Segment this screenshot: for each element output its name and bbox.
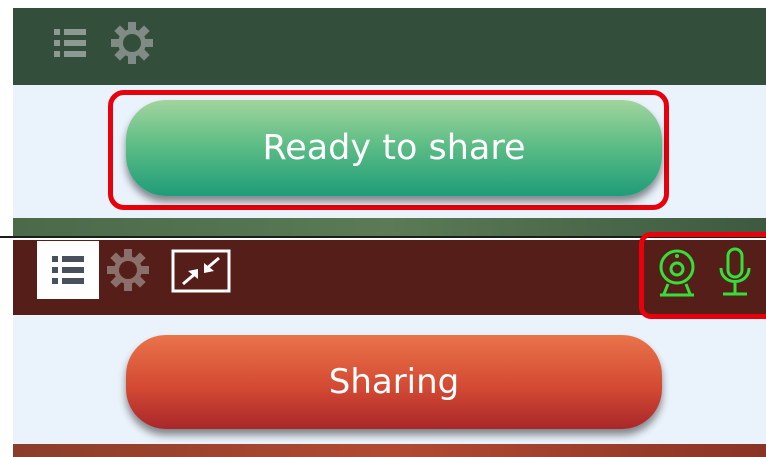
gear-icon[interactable] bbox=[105, 247, 151, 293]
bottom-strip bbox=[13, 444, 766, 457]
ready-to-share-label: Ready to share bbox=[262, 128, 526, 168]
list-icon bbox=[52, 256, 84, 284]
ready-to-share-button[interactable]: Ready to share bbox=[126, 100, 662, 196]
toolbar bbox=[13, 8, 766, 85]
list-button[interactable] bbox=[37, 241, 99, 299]
sharing-label: Sharing bbox=[328, 362, 460, 402]
list-icon[interactable] bbox=[52, 25, 88, 61]
minimize-icon[interactable] bbox=[171, 249, 231, 293]
ready-panel: Ready to share bbox=[13, 8, 766, 237]
gear-icon[interactable] bbox=[109, 20, 155, 66]
sharing-panel: Sharing bbox=[13, 232, 766, 457]
sharing-button[interactable]: Sharing bbox=[126, 335, 662, 429]
highlight-device-icons bbox=[639, 232, 766, 319]
